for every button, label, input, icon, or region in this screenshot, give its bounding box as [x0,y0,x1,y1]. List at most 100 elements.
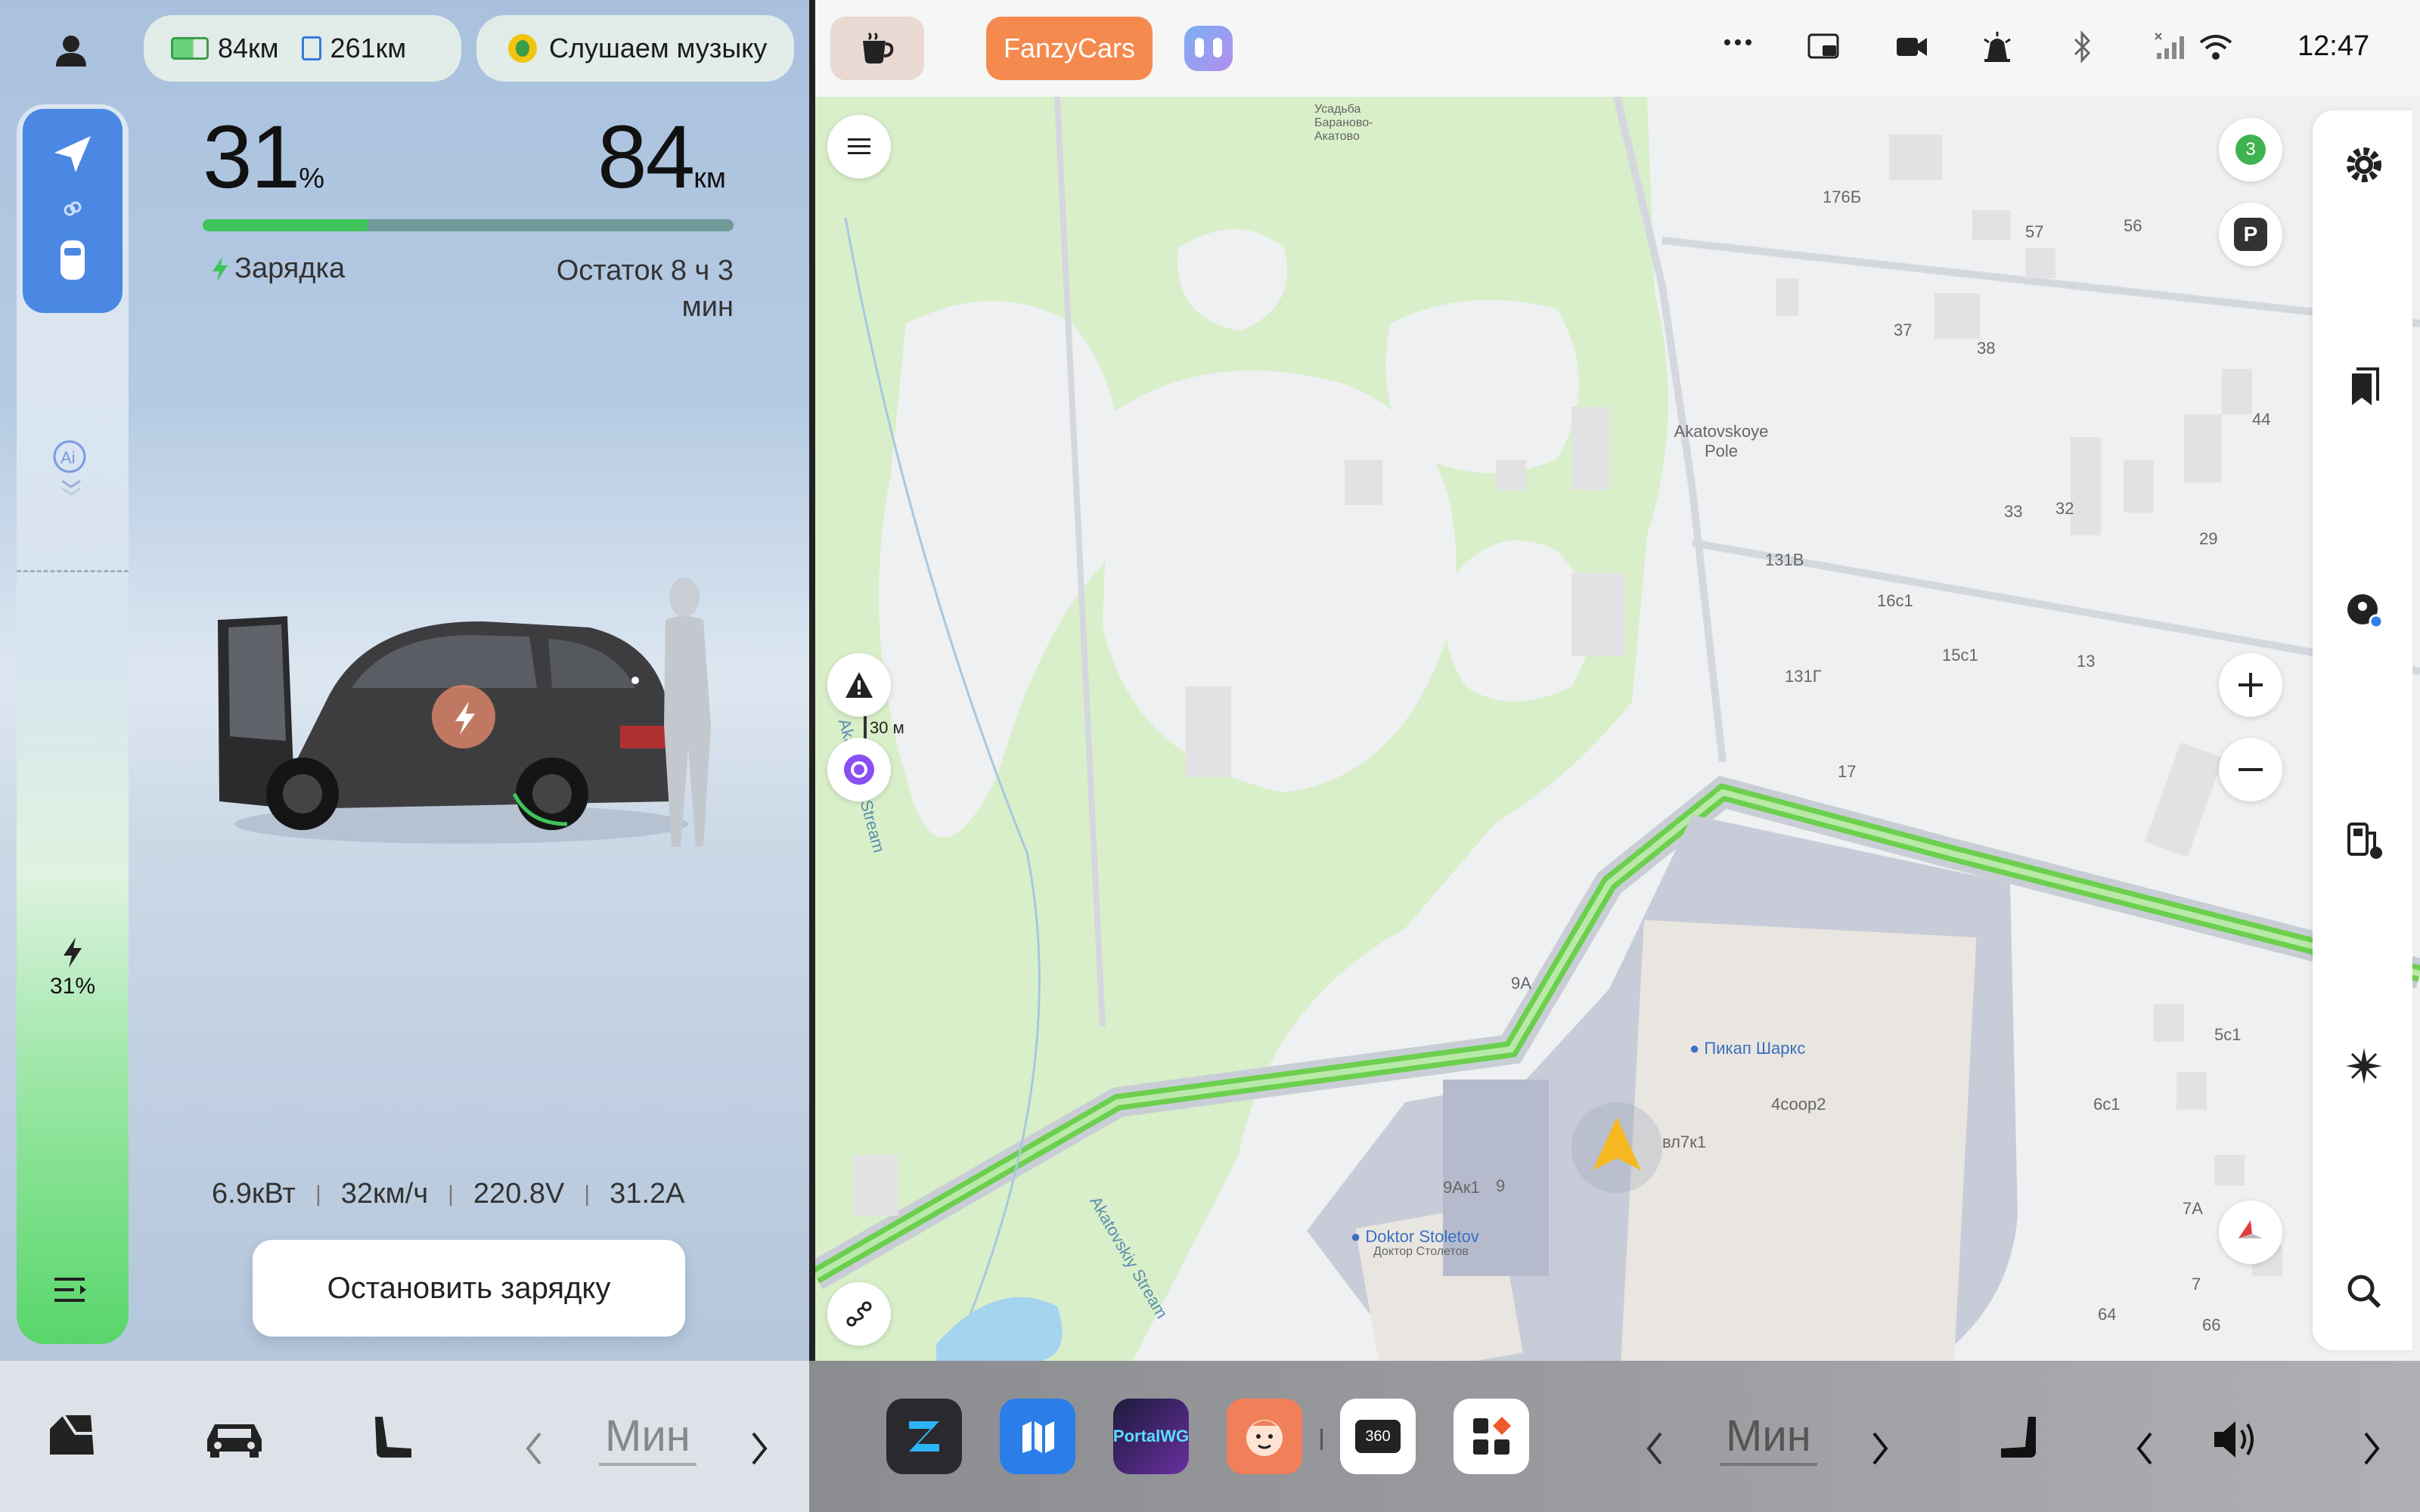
parking-button[interactable]: P [2219,203,2282,266]
map-label: 7А [2183,1199,2203,1218]
map-label: 15с1 [1942,646,1978,665]
zoom-out-button[interactable] [2219,738,2282,801]
map-scale: 30 м [870,718,904,737]
map-label: 13 [2077,652,2096,671]
temp-decrease-left[interactable] [525,1432,543,1469]
route-overview-button[interactable] [827,1282,891,1346]
map-label: 29 [2199,529,2218,548]
map-label: 64 [2098,1305,2117,1324]
stop-charging-button[interactable]: Остановить зарядку [253,1240,685,1337]
compass-button[interactable] [2219,1201,2282,1264]
more-icon[interactable] [1723,35,1753,54]
map-label: 176Б [1823,187,1862,206]
menu-list-icon[interactable] [51,1273,91,1310]
charging-voltage: 220.8V [473,1178,565,1210]
battery-icon [171,37,209,60]
sidebar-level: 31% [49,974,96,999]
search-icon[interactable] [2344,1272,2384,1315]
report-incident-button[interactable] [827,653,891,717]
map-view[interactable]: Усадьба Бараново- Акатово Akatovskoye Pole… [815,97,2420,1361]
traffic-badge: 3 [2235,135,2266,165]
temp-increase-right[interactable] [1871,1432,1889,1469]
music-pill[interactable]: Слушаем музыку [476,15,794,82]
passenger-seat-icon[interactable] [1995,1414,2043,1466]
charging-power: 6.9кВт [212,1178,296,1210]
map-label: 56 [2124,216,2142,235]
bluetooth-icon[interactable] [2071,30,2093,67]
bookmarks-icon[interactable] [2346,367,2382,412]
all-apps-icon[interactable] [1454,1399,1529,1474]
traffic-level-button[interactable]: 3 [2219,118,2282,181]
fuel-range: 261км [330,33,407,64]
car-icon[interactable] [203,1418,266,1463]
sidebar-active-block[interactable] [23,109,123,313]
dock-left: Мин [0,1361,809,1512]
poi-pickup-sharks[interactable]: ● Пикап Шаркс [1689,1039,1805,1058]
user-icon[interactable] [48,29,94,74]
charging-bolt-icon [213,256,228,281]
alice-icon [844,754,874,785]
camera-icon[interactable] [1895,35,1928,63]
compass-icon [2238,1220,2263,1238]
voice-assistant-button[interactable] [827,738,891,801]
assistant-app-icon[interactable] [1184,26,1233,71]
temp-label-right: Мин [1720,1411,1817,1466]
map-side-toolbar [2313,110,2412,1350]
map-label: 57 [2025,222,2044,241]
map-menu-button[interactable] [827,115,891,178]
remaining-range: 84км [597,107,726,207]
settings-icon[interactable] [2343,144,2385,190]
music-label: Слушаем музыку [549,33,768,64]
temp-label-left: Мин [599,1411,697,1466]
portal-wg-app-icon[interactable]: PortalWG [1113,1399,1189,1474]
poi-usadba[interactable]: Усадьба Бараново- Акатово [1314,103,1373,144]
split-divider[interactable] [809,0,815,1361]
picture-in-picture-icon[interactable] [1807,33,1839,66]
hamburger-icon [848,138,870,154]
map-label: 5с1 [2214,1025,2242,1044]
places-icon[interactable] [2344,591,2385,636]
seat-icon[interactable] [369,1414,417,1466]
map-label: 44 [2252,410,2271,429]
minus-icon [2238,768,2263,771]
battery-range: 84км [218,33,279,64]
poi-doctor-stoletov[interactable]: ● Doktor Stoletov Доктор Столетов [1351,1228,1479,1259]
volume-increase[interactable] [2363,1432,2381,1469]
svg-text:Ai: Ai [60,448,76,467]
car-top-icon[interactable] [54,237,91,287]
temp-increase-left[interactable] [750,1432,768,1469]
temp-decrease-right[interactable] [1646,1432,1664,1469]
charge-progress-fill [203,219,368,231]
district-label: Akatovskoye Pole [1674,422,1769,460]
gas-station-icon[interactable] [2344,820,2385,864]
kids-app-icon[interactable] [1227,1399,1302,1474]
map-label: 9 [1496,1176,1506,1195]
zapp-app-icon[interactable] [886,1399,962,1474]
charging-label: Зарядка [234,253,346,284]
charge-progress-bar [203,219,734,231]
coffee-app-button[interactable] [830,17,924,80]
volume-icon[interactable] [2211,1418,2260,1464]
link-icon [62,198,83,223]
camera-360-app-icon[interactable]: 360 [1340,1399,1416,1474]
map-label: 131В [1765,550,1804,569]
maps-app-icon[interactable] [1000,1399,1075,1474]
zoom-in-button[interactable] [2219,653,2282,717]
route-icon [846,1301,872,1327]
map-label: вл7к1 [1662,1132,1707,1151]
navigation-arrow-icon[interactable] [50,132,95,181]
charging-speed: 32км/ч [340,1178,429,1210]
fanzycars-button[interactable]: FanzyCars [986,17,1153,80]
sentry-icon[interactable] [1981,30,2013,67]
vehicle-status-icon[interactable] [45,1411,98,1463]
charging-sidebar: Ai 31% [17,104,129,1344]
sparkle-icon[interactable] [2343,1045,2385,1091]
map-canvas[interactable] [815,97,2420,1361]
fuel-icon [301,36,321,60]
car-illustration [212,575,756,869]
dock-separator [1320,1429,1323,1450]
stats-separator: | [584,1181,591,1207]
ai-icon[interactable]: Ai [50,437,95,501]
map-label: 9Ак1 [1443,1178,1480,1197]
volume-decrease[interactable] [2136,1432,2154,1469]
